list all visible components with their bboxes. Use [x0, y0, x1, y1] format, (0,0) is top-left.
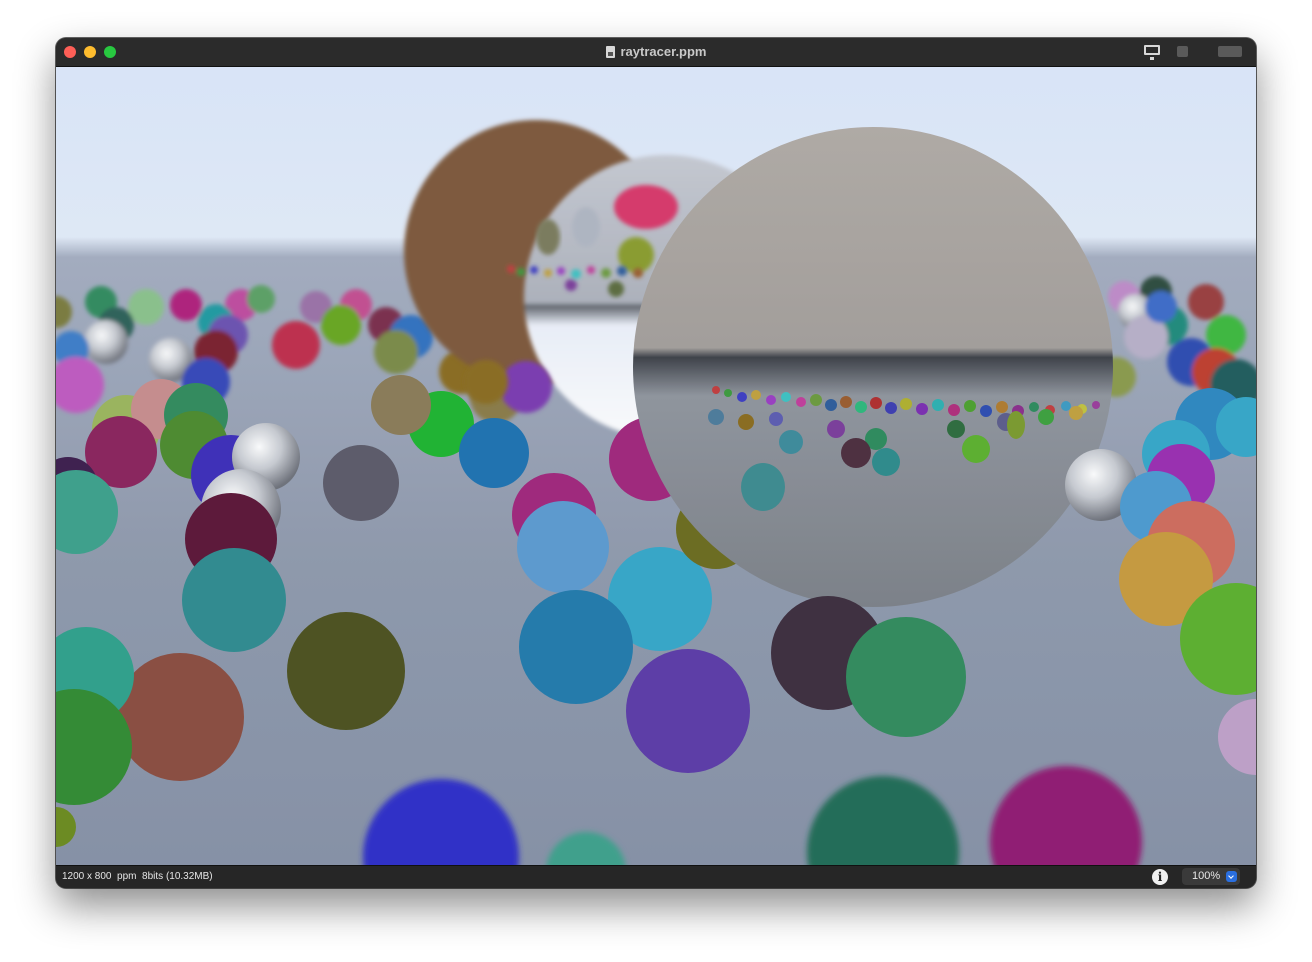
document-icon — [605, 46, 615, 58]
image-canvas[interactable] — [56, 67, 1256, 865]
rendered-spheres-image — [56, 67, 1256, 865]
image-viewer-window: raytracer.ppm 1200 x 800 ppm 8bits (10.3… — [56, 38, 1256, 888]
chevron-down-icon — [1226, 871, 1237, 882]
status-bar: 1200 x 800 ppm 8bits (10.32MB) i 100% — [56, 865, 1256, 888]
toolbar-right — [1132, 44, 1242, 60]
info-icon[interactable]: i — [1152, 869, 1168, 885]
sidebar-toggle-icon[interactable] — [1177, 46, 1188, 57]
monitor-icon[interactable] — [1144, 45, 1160, 60]
zoom-value: 100% — [1192, 870, 1221, 882]
window-title: raytracer.ppm — [620, 44, 707, 59]
title-bar[interactable]: raytracer.ppm — [56, 38, 1256, 67]
image-info-text: 1200 x 800 ppm 8bits (10.32MB) — [62, 871, 213, 882]
zoom-dropdown[interactable]: 100% — [1182, 868, 1240, 885]
window-title-area: raytracer.ppm — [56, 44, 1256, 60]
view-mode-icon[interactable] — [1218, 46, 1242, 57]
